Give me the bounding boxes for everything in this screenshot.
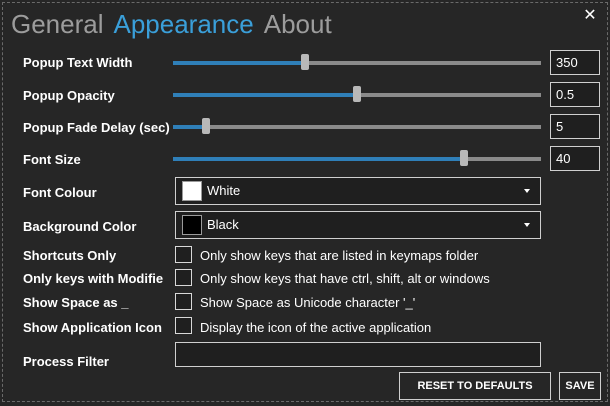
process-filter-label: Process Filter: [23, 354, 109, 369]
background-color-select[interactable]: Black: [175, 211, 541, 239]
font-size-input[interactable]: 40: [550, 146, 600, 171]
popup-fade-delay-input[interactable]: 5: [550, 114, 600, 139]
slider-thumb[interactable]: [459, 150, 468, 166]
show-application-icon-label: Show Application Icon: [23, 320, 162, 335]
show-space-as-checkbox[interactable]: [175, 293, 192, 310]
shortcuts-only-label: Shortcuts Only: [23, 248, 117, 263]
background-color-value: Black: [207, 217, 239, 232]
process-filter-input[interactable]: [175, 342, 541, 367]
tab-about[interactable]: About: [264, 6, 332, 42]
popup-fade-delay-slider[interactable]: [173, 118, 541, 134]
font-colour-value: White: [207, 183, 241, 198]
only-keys-with-modifiers-description: Only show keys that have ctrl, shift, al…: [200, 271, 490, 286]
slider-thumb[interactable]: [353, 86, 361, 102]
only-keys-with-modifiers-label: Only keys with Modifie: [23, 271, 164, 286]
close-icon[interactable]: ✕: [581, 7, 599, 25]
popup-text-width-input[interactable]: 350: [550, 50, 600, 75]
shortcuts-only-checkbox[interactable]: [175, 246, 192, 263]
font-colour-swatch: [182, 181, 202, 201]
tab-general[interactable]: General: [11, 6, 104, 42]
popup-opacity-slider[interactable]: [173, 86, 541, 102]
popup-text-width-label: Popup Text Width: [23, 55, 133, 70]
shortcuts-only-description: Only show keys that are listed in keymap…: [200, 248, 479, 263]
font-size-slider[interactable]: [173, 150, 541, 166]
slider-thumb[interactable]: [301, 54, 310, 70]
slider-thumb[interactable]: [202, 118, 211, 134]
popup-opacity-label: Popup Opacity: [23, 88, 115, 103]
settings-window: General Appearance About ✕ Popup Text Wi…: [2, 2, 608, 402]
background-color-swatch: [182, 215, 202, 235]
chevron-down-icon: [524, 223, 530, 227]
slider-fill: [173, 61, 306, 65]
popup-opacity-input[interactable]: 0.5: [550, 82, 600, 107]
popup-text-width-slider[interactable]: [173, 54, 541, 70]
show-space-as-label: Show Space as _: [23, 295, 129, 310]
slider-track: [173, 125, 541, 129]
font-colour-select[interactable]: White: [175, 177, 541, 205]
font-size-label: Font Size: [23, 152, 81, 167]
show-space-as-description: Show Space as Unicode character '_': [200, 295, 416, 310]
reset-to-defaults-button[interactable]: RESET TO DEFAULTS: [399, 372, 551, 400]
slider-fill: [173, 157, 464, 161]
tab-bar: General Appearance About: [11, 6, 342, 42]
slider-fill: [173, 93, 357, 97]
chevron-down-icon: [524, 189, 530, 193]
font-colour-label: Font Colour: [23, 185, 97, 200]
background-color-label: Background Color: [23, 219, 137, 234]
popup-fade-delay-label: Popup Fade Delay (sec): [23, 120, 170, 135]
show-application-icon-description: Display the icon of the active applicati…: [200, 320, 432, 335]
tab-appearance[interactable]: Appearance: [114, 6, 254, 42]
save-button[interactable]: SAVE: [559, 372, 601, 400]
only-keys-with-modifiers-checkbox[interactable]: [175, 269, 192, 286]
show-application-icon-checkbox[interactable]: [175, 317, 192, 334]
